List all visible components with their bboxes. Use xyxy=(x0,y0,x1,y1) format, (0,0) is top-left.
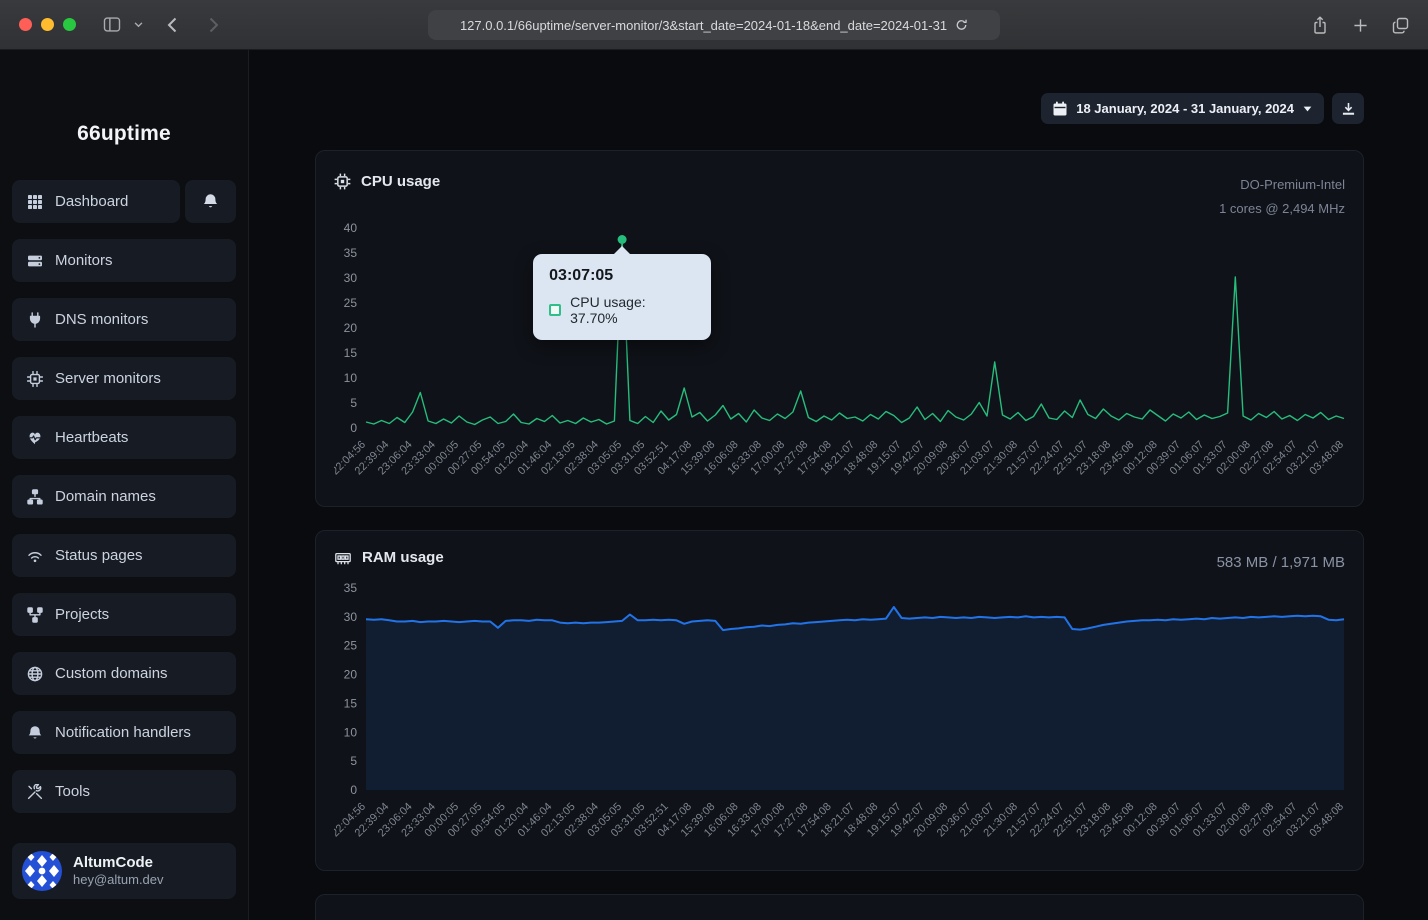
reload-icon[interactable] xyxy=(955,18,968,32)
sidebar-item-label: Status pages xyxy=(55,547,143,564)
chip-icon xyxy=(26,371,43,387)
cpu-plan-label: DO-Premium-Intel xyxy=(1219,173,1345,197)
app-logo: 66uptime xyxy=(12,122,236,146)
bell-icon xyxy=(202,193,219,210)
tooltip-series-swatch xyxy=(549,304,561,316)
sidebar-item-dashboard[interactable]: Dashboard xyxy=(12,180,180,223)
sidebar-item-label: Notification handlers xyxy=(55,724,191,741)
sitemap-icon xyxy=(26,489,43,505)
sidebar-item-monitors[interactable]: Monitors xyxy=(12,239,236,282)
svg-text:10: 10 xyxy=(344,371,358,385)
calendar-icon xyxy=(1053,101,1067,116)
sidebar-item-dns-monitors[interactable]: DNS monitors xyxy=(12,298,236,341)
sidebar-nav: Dashboard Monitors DNS monitors Server moni… xyxy=(12,180,236,813)
sidebar-toggle-icon[interactable] xyxy=(98,11,126,39)
cpu-usage-card: CPU usage DO-Premium-Intel 1 cores @ 2,4… xyxy=(315,150,1364,507)
svg-text:35: 35 xyxy=(344,246,358,260)
bell-icon xyxy=(26,725,43,741)
sidebar-item-label: Domain names xyxy=(55,488,156,505)
sidebar-item-custom-domains[interactable]: Custom domains xyxy=(12,652,236,695)
project-icon xyxy=(26,607,43,623)
svg-text:25: 25 xyxy=(344,296,358,310)
sidebar-item-heartbeats[interactable]: Heartbeats xyxy=(12,416,236,459)
zoom-window-button[interactable] xyxy=(63,18,76,31)
svg-text:35: 35 xyxy=(344,581,358,595)
ram-chart[interactable]: 0510152025303522:04:5622:39:0423:06:0423… xyxy=(334,574,1345,870)
app-window: 127.0.0.1/66uptime/server-monitor/3&star… xyxy=(0,0,1428,920)
svg-text:15: 15 xyxy=(344,696,358,710)
sidebar-item-domain-names[interactable]: Domain names xyxy=(12,475,236,518)
sidebar-item-status-pages[interactable]: Status pages xyxy=(12,534,236,577)
user-email: hey@altum.dev xyxy=(73,872,164,888)
svg-text:30: 30 xyxy=(344,271,358,285)
main-content: 18 January, 2024 - 31 January, 2024 xyxy=(249,50,1428,920)
cpu-chip-icon xyxy=(334,173,351,190)
sidebar-item-notification-handlers[interactable]: Notification handlers xyxy=(12,711,236,754)
sidebar-item-tools[interactable]: Tools xyxy=(12,770,236,813)
sidebar-item-label: Dashboard xyxy=(55,193,128,210)
sidebar-item-label: DNS monitors xyxy=(55,311,148,328)
ram-usage-summary: 583 MB / 1,971 MB xyxy=(1217,549,1345,577)
avatar xyxy=(22,851,62,891)
sidebar: 66uptime Dashboard Monitors DNS monitors Se… xyxy=(0,50,249,920)
sidebar-item-server-monitors[interactable]: Server monitors xyxy=(12,357,236,400)
sidebar-item-label: Custom domains xyxy=(55,665,168,682)
svg-text:10: 10 xyxy=(344,725,358,739)
svg-text:20: 20 xyxy=(344,321,358,335)
sidebar-item-label: Heartbeats xyxy=(55,429,128,446)
svg-text:25: 25 xyxy=(344,639,358,653)
minimize-window-button[interactable] xyxy=(41,18,54,31)
user-card[interactable]: AltumCode hey@altum.dev xyxy=(12,843,236,899)
server-icon xyxy=(26,253,43,269)
caret-down-icon xyxy=(1303,106,1312,112)
address-bar[interactable]: 127.0.0.1/66uptime/server-monitor/3&star… xyxy=(428,10,1000,40)
svg-text:5: 5 xyxy=(350,754,357,768)
svg-text:20: 20 xyxy=(344,668,358,682)
tab-overview-icon[interactable] xyxy=(1386,11,1414,39)
forward-button[interactable] xyxy=(200,11,228,39)
window-controls xyxy=(19,18,76,31)
signal-icon xyxy=(26,548,43,564)
chevron-down-icon[interactable] xyxy=(130,11,146,39)
date-range-label: 18 January, 2024 - 31 January, 2024 xyxy=(1076,101,1294,116)
cpu-card-title: CPU usage xyxy=(361,173,440,190)
grid-icon xyxy=(26,194,43,210)
sidebar-item-label: Server monitors xyxy=(55,370,161,387)
ram-chart-canvas: 0510152025303522:04:5622:39:0423:06:0423… xyxy=(334,574,1345,870)
tools-icon xyxy=(26,784,43,800)
back-button[interactable] xyxy=(158,11,186,39)
url-text: 127.0.0.1/66uptime/server-monitor/3&star… xyxy=(460,18,947,33)
globe-icon xyxy=(26,666,43,682)
partial-card xyxy=(315,894,1364,920)
date-range-picker[interactable]: 18 January, 2024 - 31 January, 2024 xyxy=(1041,93,1324,124)
sidebar-item-projects[interactable]: Projects xyxy=(12,593,236,636)
svg-text:0: 0 xyxy=(350,783,357,797)
sidebar-item-label: Tools xyxy=(55,783,90,800)
tooltip-time: 03:07:05 xyxy=(549,267,695,285)
sidebar-item-label: Monitors xyxy=(55,252,113,269)
notifications-button[interactable] xyxy=(185,180,236,223)
share-icon[interactable] xyxy=(1306,11,1334,39)
svg-text:40: 40 xyxy=(344,221,358,235)
export-download-button[interactable] xyxy=(1332,93,1364,124)
heart-pulse-icon xyxy=(26,430,43,446)
cpu-chart-canvas: 051015202530354022:04:5622:39:0423:06:04… xyxy=(334,214,1345,506)
cpu-chart-tooltip: 03:07:05 CPU usage: 37.70% xyxy=(533,254,711,340)
user-name: AltumCode xyxy=(73,854,164,873)
svg-text:15: 15 xyxy=(344,346,358,360)
svg-text:5: 5 xyxy=(350,396,357,410)
tooltip-value: CPU usage: 37.70% xyxy=(570,294,695,326)
plug-icon xyxy=(26,312,43,328)
cpu-chart[interactable]: 051015202530354022:04:5622:39:0423:06:04… xyxy=(334,214,1345,506)
browser-titlebar: 127.0.0.1/66uptime/server-monitor/3&star… xyxy=(0,0,1428,50)
new-tab-icon[interactable] xyxy=(1346,11,1374,39)
svg-text:0: 0 xyxy=(350,421,357,435)
svg-text:30: 30 xyxy=(344,610,358,624)
sidebar-item-label: Projects xyxy=(55,606,109,623)
close-window-button[interactable] xyxy=(19,18,32,31)
ram-usage-card: RAM usage 583 MB / 1,971 MB 0 5 10 15 20 25 30… xyxy=(315,530,1364,871)
ram-card-title: RAM usage xyxy=(362,549,444,566)
ram-memory-icon xyxy=(334,550,352,566)
